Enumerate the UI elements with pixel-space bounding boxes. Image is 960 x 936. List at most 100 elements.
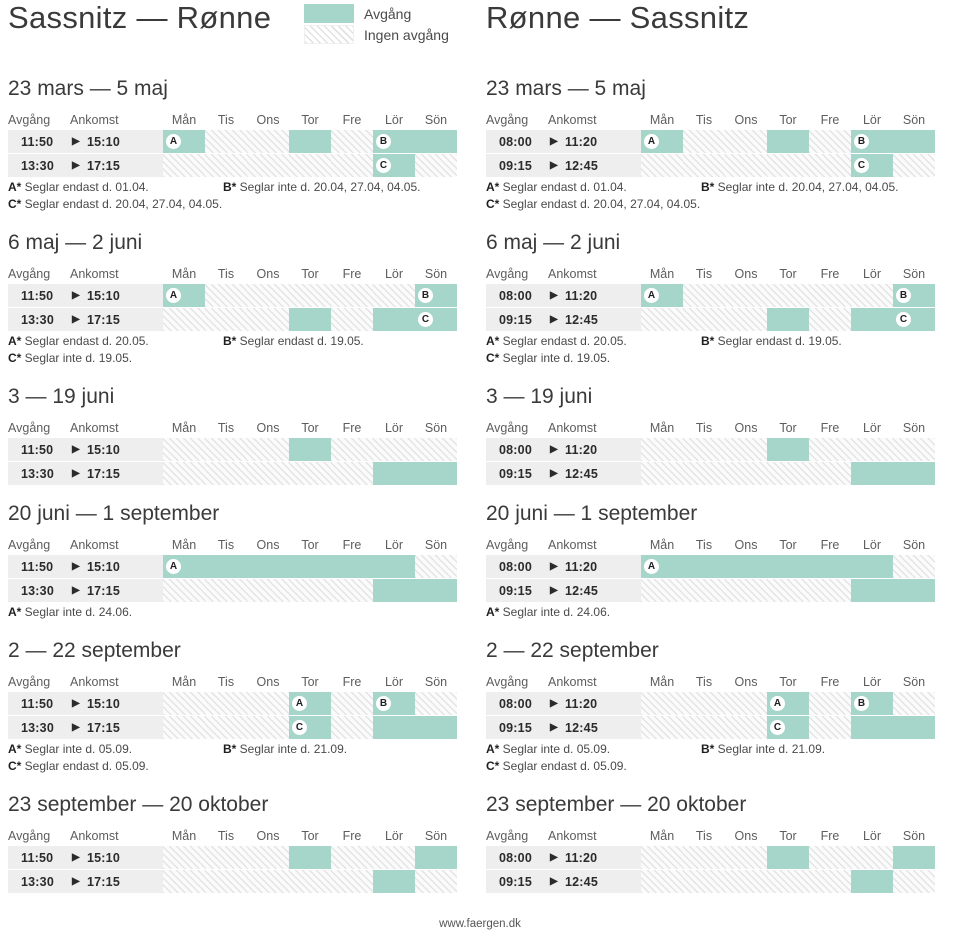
section-title: 2 — 22 september: [8, 639, 181, 662]
arrow-right-icon: ▶: [72, 136, 80, 147]
column-header-day: Lör: [384, 538, 404, 552]
schedule-row: 11:50 ▶ 15:10 A: [8, 555, 474, 578]
column-header-day: Fre: [342, 421, 362, 435]
arrow-right-icon: ▶: [550, 160, 558, 171]
day-cell-departure: A: [641, 555, 683, 578]
footnote-key: A*: [8, 605, 22, 619]
day-cell-no-departure: [247, 308, 289, 331]
day-cell-no-departure: [289, 579, 331, 602]
day-cell-no-departure: [641, 308, 683, 331]
arrow-right-icon: ▶: [72, 314, 80, 325]
schedule-section: 2 — 22 september Avgång Ankomst Mån Tis Ons To…: [486, 624, 952, 776]
column-header-arrival: Ankomst: [548, 267, 597, 281]
arrow-right-icon: ▶: [550, 290, 558, 301]
footnote-text: Seglar endast d. 05.09.: [499, 759, 627, 773]
arrow-right-icon: ▶: [550, 585, 558, 596]
day-cell-no-departure: [247, 692, 289, 715]
legend-label-no-departure: Ingen avgång: [364, 26, 449, 43]
day-cell-no-departure: [767, 462, 809, 485]
arrival-time: 11:20: [565, 442, 598, 457]
day-cell-departure: [767, 130, 809, 153]
sections-list-outbound: 23 mars — 5 maj Avgång Ankomst Mån Tis Ons Tor…: [8, 62, 474, 893]
footnotes: A* Seglar endast d. 01.04. B* Seglar inte…: [8, 177, 474, 214]
day-cell-departure: A: [641, 130, 683, 153]
time-cell: 13:30 ▶ 17:15: [8, 716, 163, 739]
footnote-line: A* Seglar inte d. 24.06.: [8, 605, 474, 622]
footnote-badge: A: [644, 559, 659, 574]
column-header: Rønne — Sassnitz: [486, 0, 952, 62]
column-header-day: Tor: [301, 113, 319, 127]
day-cell-no-departure: [683, 846, 725, 869]
schedule-row: 13:30 ▶ 17:15: [8, 579, 474, 602]
schedule-header-row: Avgång Ankomst Mån Tis Ons Tor Fre Lör Sön: [486, 536, 952, 555]
legend: Avgång Ingen avgång: [304, 3, 484, 45]
day-cell-departure: B: [893, 284, 935, 307]
departure-time: 09:15: [499, 874, 532, 889]
column-header-arrival: Ankomst: [548, 829, 597, 843]
day-cell-departure: [205, 555, 247, 578]
day-cell-departure: A: [767, 692, 809, 715]
footnotes: A* Seglar endast d. 20.05. B* Seglar enda…: [486, 331, 952, 368]
day-cell-no-departure: [683, 284, 725, 307]
schedule-row: 08:00 ▶ 11:20: [486, 846, 952, 869]
footnote-text: Seglar endast d. 01.04.: [21, 180, 149, 194]
time-cell: 08:00 ▶ 11:20: [486, 846, 641, 869]
column-header-day: Sön: [424, 421, 448, 435]
day-cell-no-departure: [809, 692, 851, 715]
footnote-key: B*: [223, 180, 237, 194]
column-header-arrival: Ankomst: [70, 267, 119, 281]
footnote-key: B*: [701, 180, 715, 194]
arrow-right-icon: ▶: [72, 698, 80, 709]
arrival-time: 17:15: [87, 312, 120, 327]
departure-swatch-icon: [304, 4, 354, 23]
day-cell-no-departure: [205, 462, 247, 485]
day-cell-departure: [767, 308, 809, 331]
column-header-day: Ons: [734, 829, 758, 843]
day-cell-departure: [851, 716, 893, 739]
column-header-departure: Avgång: [8, 113, 51, 127]
day-cell-no-departure: [415, 438, 457, 461]
footnote-key: A*: [486, 605, 500, 619]
day-cell-departure: [289, 308, 331, 331]
time-cell: 11:50 ▶ 15:10: [8, 846, 163, 869]
day-cell-departure: A: [163, 555, 205, 578]
day-cell-departure: [289, 438, 331, 461]
column-header-day: Lör: [384, 421, 404, 435]
day-cell-no-departure: [767, 870, 809, 893]
column-header-day: Tor: [779, 113, 797, 127]
column-header-day: Ons: [734, 675, 758, 689]
time-cell: 13:30 ▶ 17:15: [8, 308, 163, 331]
day-cell-no-departure: [415, 692, 457, 715]
column-header-day: Tor: [779, 538, 797, 552]
arrival-time: 15:10: [87, 696, 120, 711]
footnote-text: Seglar inte d. 20.04, 27.04, 04.05.: [236, 180, 421, 194]
departure-time: 13:30: [21, 466, 54, 481]
time-cell: 13:30 ▶ 17:15: [8, 870, 163, 893]
day-cell-departure: [415, 462, 457, 485]
footnote-key: B*: [701, 742, 715, 756]
day-cell-no-departure: [641, 579, 683, 602]
footnote-key: C*: [486, 759, 500, 773]
schedule-row: 08:00 ▶ 11:20 A: [486, 555, 952, 578]
column-header-day: Mån: [649, 829, 675, 843]
schedule-section: 2 — 22 september Avgång Ankomst Mån Tis Ons To…: [8, 624, 474, 776]
footnote-line: A* Seglar endast d. 01.04. B* Seglar inte…: [8, 180, 474, 197]
column-header-day: Sön: [902, 113, 926, 127]
day-cell-departure: [415, 846, 457, 869]
footnote-line: C* Seglar endast d. 20.04, 27.04, 04.05.: [8, 197, 474, 214]
footnote-text: Seglar inte d. 05.09.: [499, 742, 611, 756]
arrow-right-icon: ▶: [72, 444, 80, 455]
arrival-time: 11:20: [565, 288, 598, 303]
day-cell-no-departure: [725, 692, 767, 715]
column-header-day: Sön: [902, 675, 926, 689]
arrival-time: 11:20: [565, 559, 598, 574]
day-cell-departure: C: [851, 154, 893, 177]
timetable-page: Sassnitz — Rønne Avgång Ingen avgång 23 …: [0, 0, 960, 936]
schedule-row: 09:15 ▶ 12:45: [486, 870, 952, 893]
footnote-line: A* Seglar endast d. 20.05. B* Seglar enda…: [8, 334, 474, 351]
column-header-day: Tis: [217, 538, 235, 552]
section-title: 23 september — 20 oktober: [8, 793, 269, 816]
day-cell-departure: [331, 555, 373, 578]
footer-url[interactable]: www.faergen.dk: [0, 918, 960, 930]
departure-time: 13:30: [21, 583, 54, 598]
